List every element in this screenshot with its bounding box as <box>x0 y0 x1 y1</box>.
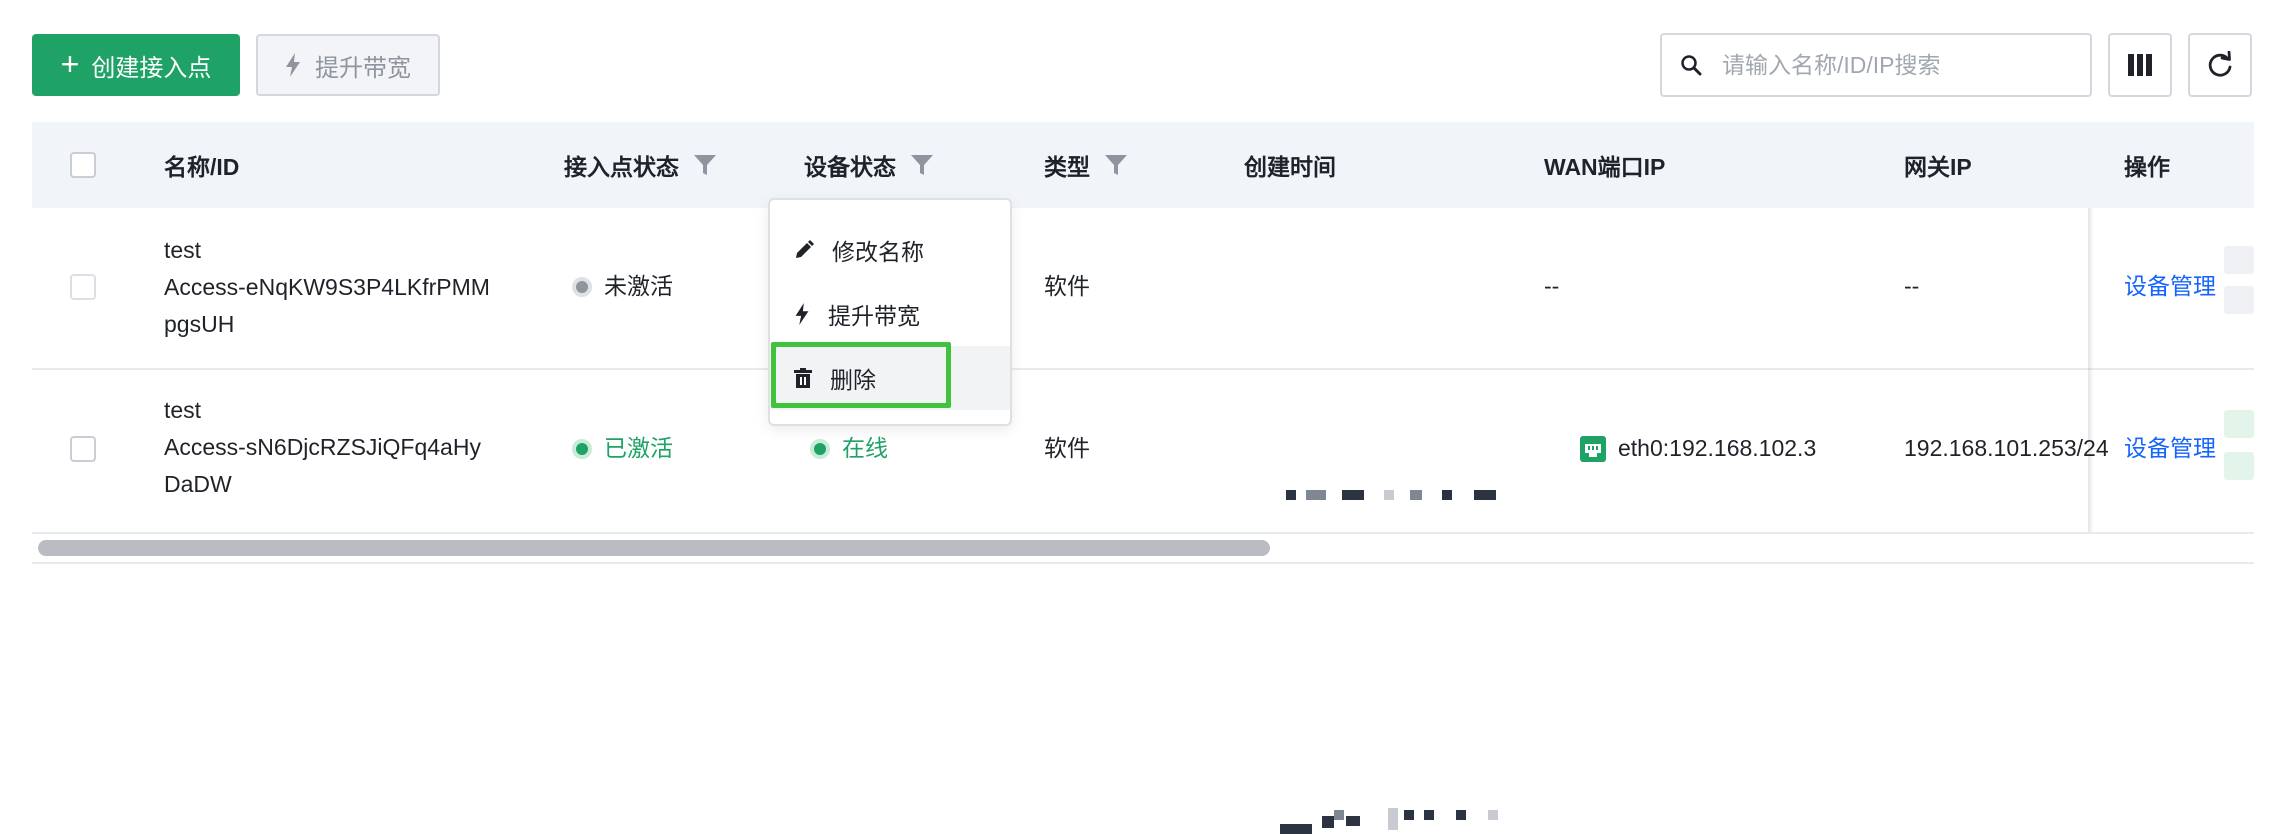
menu-item-rename[interactable]: 修改名称 <box>770 218 1010 282</box>
refresh-button[interactable] <box>2188 33 2252 97</box>
create-access-point-label: 创建接入点 <box>91 54 212 82</box>
row-id-cont: DaDW <box>164 471 232 497</box>
column-header-name-label: 名称/ID <box>164 154 240 180</box>
column-header-actions-label: 操作 <box>2124 154 2170 180</box>
type-cell: 软件 <box>1044 435 1090 461</box>
columns-settings-button[interactable] <box>2108 33 2172 97</box>
ethernet-port-icon <box>1580 435 1606 462</box>
truncated-tag <box>2224 286 2254 314</box>
table-row: test Access-sN6DjcRZSJiQFq4aHy DaDW 已激活 … <box>32 370 2254 834</box>
menu-item-upgrade-bandwidth-label: 提升带宽 <box>828 303 920 329</box>
status-dot-icon <box>810 438 830 459</box>
search-icon <box>1681 55 1702 76</box>
ap-status: 已激活 <box>572 430 673 467</box>
device-status: 在线 <box>810 430 888 467</box>
wan-ip-label: eth0:192.168.102.3 <box>1618 435 1817 461</box>
status-dot-icon <box>572 276 592 297</box>
columns-icon <box>2128 54 2152 76</box>
lightning-icon <box>286 53 300 77</box>
wan-ip: eth0:192.168.102.3 <box>1580 430 1816 467</box>
row-name: test <box>164 237 202 263</box>
filter-icon[interactable] <box>1104 153 1128 177</box>
create-access-point-button[interactable]: + 创建接入点 <box>32 34 240 96</box>
search-input[interactable] <box>1720 50 2064 80</box>
row-checkbox[interactable] <box>70 274 96 300</box>
gateway-ip-cell: -- <box>1904 273 1920 299</box>
truncated-tag <box>2224 452 2254 480</box>
filter-icon[interactable] <box>910 153 934 177</box>
device-status-label: 在线 <box>842 435 888 461</box>
plus-icon: + <box>60 45 80 82</box>
ap-status-label: 未激活 <box>604 273 673 299</box>
column-header-gateway-ip-label: 网关IP <box>1904 154 1972 180</box>
row-name-cell: test Access-eNqKW9S3P4LKfrPMM pgsUH <box>164 232 490 343</box>
ap-status: 未激活 <box>572 268 673 305</box>
truncated-tag <box>2224 410 2254 438</box>
row-id: Access-sN6DjcRZSJiQFq4aHy <box>164 434 481 460</box>
highlight-annotation <box>771 342 951 408</box>
select-all-checkbox[interactable] <box>70 152 96 178</box>
column-header-name: 名称/ID <box>164 122 239 208</box>
truncated-tag <box>2224 246 2254 274</box>
column-header-created-label: 创建时间 <box>1244 154 1336 180</box>
horizontal-scrollbar-thumb[interactable] <box>38 540 1270 556</box>
table-row: test Access-eNqKW9S3P4LKfrPMM pgsUH 未激活 … <box>32 208 2254 500</box>
column-header-type: 类型 <box>1044 122 1128 208</box>
device-management-link[interactable]: 设备管理 <box>2124 430 2220 467</box>
type-cell: 软件 <box>1044 273 1090 299</box>
menu-item-upgrade-bandwidth[interactable]: 提升带宽 <box>770 282 1010 346</box>
column-header-device-status: 设备状态 <box>804 122 934 208</box>
column-header-type-label: 类型 <box>1044 154 1090 180</box>
fixed-column-shadow <box>2088 208 2094 532</box>
device-management-link[interactable]: 设备管理 <box>2124 268 2216 305</box>
upgrade-bandwidth-label: 提升带宽 <box>315 54 411 82</box>
filter-icon[interactable] <box>693 153 717 177</box>
menu-item-rename-label: 修改名称 <box>832 239 924 265</box>
table-header: 名称/ID 接入点状态 设备状态 类型 创建时间 WAN端口IP 网关IP 操作 <box>32 122 2254 208</box>
wan-ip-cell: -- <box>1544 273 1560 299</box>
column-header-wan-ip: WAN端口IP <box>1544 122 1665 208</box>
row-checkbox[interactable] <box>70 436 96 462</box>
row-name: test <box>164 397 202 423</box>
search-box <box>1660 33 2092 97</box>
column-header-ap-status: 接入点状态 <box>564 122 717 208</box>
column-header-device-status-label: 设备状态 <box>804 154 896 180</box>
column-header-wan-ip-label: WAN端口IP <box>1544 154 1666 180</box>
upgrade-bandwidth-button[interactable]: 提升带宽 <box>256 34 440 96</box>
row-id: Access-eNqKW9S3P4LKfrPMM <box>164 274 490 300</box>
row-name-cell: test Access-sN6DjcRZSJiQFq4aHy DaDW <box>164 392 481 503</box>
status-dot-icon <box>572 438 592 459</box>
column-header-created: 创建时间 <box>1244 122 1336 208</box>
column-header-ap-status-label: 接入点状态 <box>564 154 679 180</box>
row-id-cont: pgsUH <box>164 311 235 337</box>
lightning-icon <box>795 303 809 325</box>
refresh-icon <box>2208 51 2232 77</box>
ap-status-label: 已激活 <box>604 435 673 461</box>
column-header-actions: 操作 <box>2124 122 2170 208</box>
column-header-gateway-ip: 网关IP <box>1904 122 1972 208</box>
pencil-icon <box>796 240 814 258</box>
